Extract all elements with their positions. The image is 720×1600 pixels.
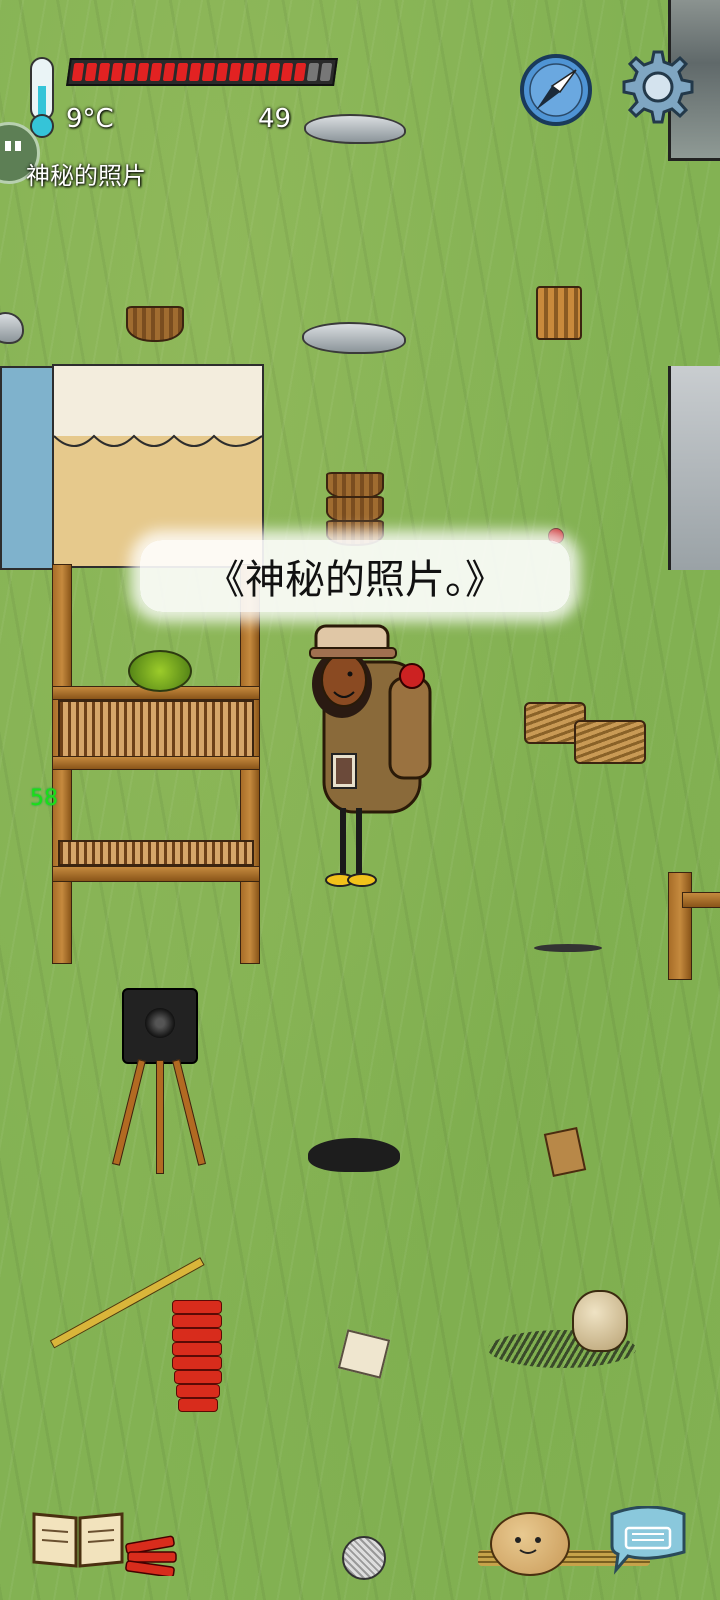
game-world[interactable]: 《神秘的照片。》 58 9°C 49 神秘的照片 [0,0,720,1600]
flat-stone[interactable] [304,114,406,144]
food-pip [163,63,176,81]
temperature-readout: 9°C [66,104,114,134]
food-pip [280,63,294,81]
food-pip [306,63,320,81]
food-bar [66,58,338,86]
food-pip [176,63,189,81]
hay-bale[interactable] [574,720,646,764]
stall-rail [52,756,260,770]
potato-face [515,1537,541,1554]
tripod-leg [156,1060,164,1174]
stall-awning[interactable] [0,366,54,570]
food-pip [84,63,98,81]
stall-shelf[interactable] [58,840,254,866]
food-pip [293,63,307,81]
wooden-bucket[interactable] [536,286,582,340]
camera-lens [145,1008,175,1038]
stall-awning[interactable] [52,364,264,568]
skull[interactable] [572,1290,628,1352]
food-pip [123,63,137,81]
flat-stone[interactable] [302,322,406,354]
food-pip [228,63,241,81]
fence-rail [682,892,720,908]
hanging-basket-fruit[interactable] [128,650,192,692]
dynamite-bundle[interactable] [124,1534,180,1576]
compass-icon[interactable] [518,52,594,128]
fence-post[interactable] [668,872,692,980]
tripod-leg [111,1059,146,1166]
yarn-ball[interactable] [342,1536,386,1580]
player-character[interactable] [300,608,440,908]
food-pip [267,63,281,81]
food-pip [110,63,124,81]
food-pip [319,63,333,81]
photo-item[interactable] [543,1126,587,1178]
keyboard-icon[interactable] [606,1506,690,1576]
paper-scrap[interactable] [337,1329,391,1379]
flat-stone[interactable] [0,312,24,344]
charcoal-pile[interactable] [308,1138,400,1172]
speech-text: 《神秘的照片。》 [205,557,505,603]
food-pip [136,63,150,81]
tripod-leg [172,1059,207,1166]
food-pip [215,63,228,81]
basket[interactable] [126,306,184,342]
awning-scallop [54,434,262,447]
food-pip [202,63,215,81]
feather[interactable] [534,944,602,952]
floating-number: 58 [30,786,58,811]
food-pip [241,63,254,81]
book-icon[interactable] [30,1508,126,1570]
stall-shelf[interactable] [58,700,254,760]
food-pip [254,63,267,81]
gear-icon[interactable] [620,50,696,126]
food-pip [71,63,85,81]
stone-wall[interactable] [668,366,720,570]
food-pip [150,63,163,81]
held-item-label: 神秘的照片 [26,162,146,190]
potato-character[interactable] [490,1512,570,1576]
food-pip [189,63,202,81]
food-pip [97,63,111,81]
speech-bubble: 《神秘的照片。》 [140,540,570,612]
age-readout: 49 [258,104,292,134]
stall-rail [52,866,260,882]
